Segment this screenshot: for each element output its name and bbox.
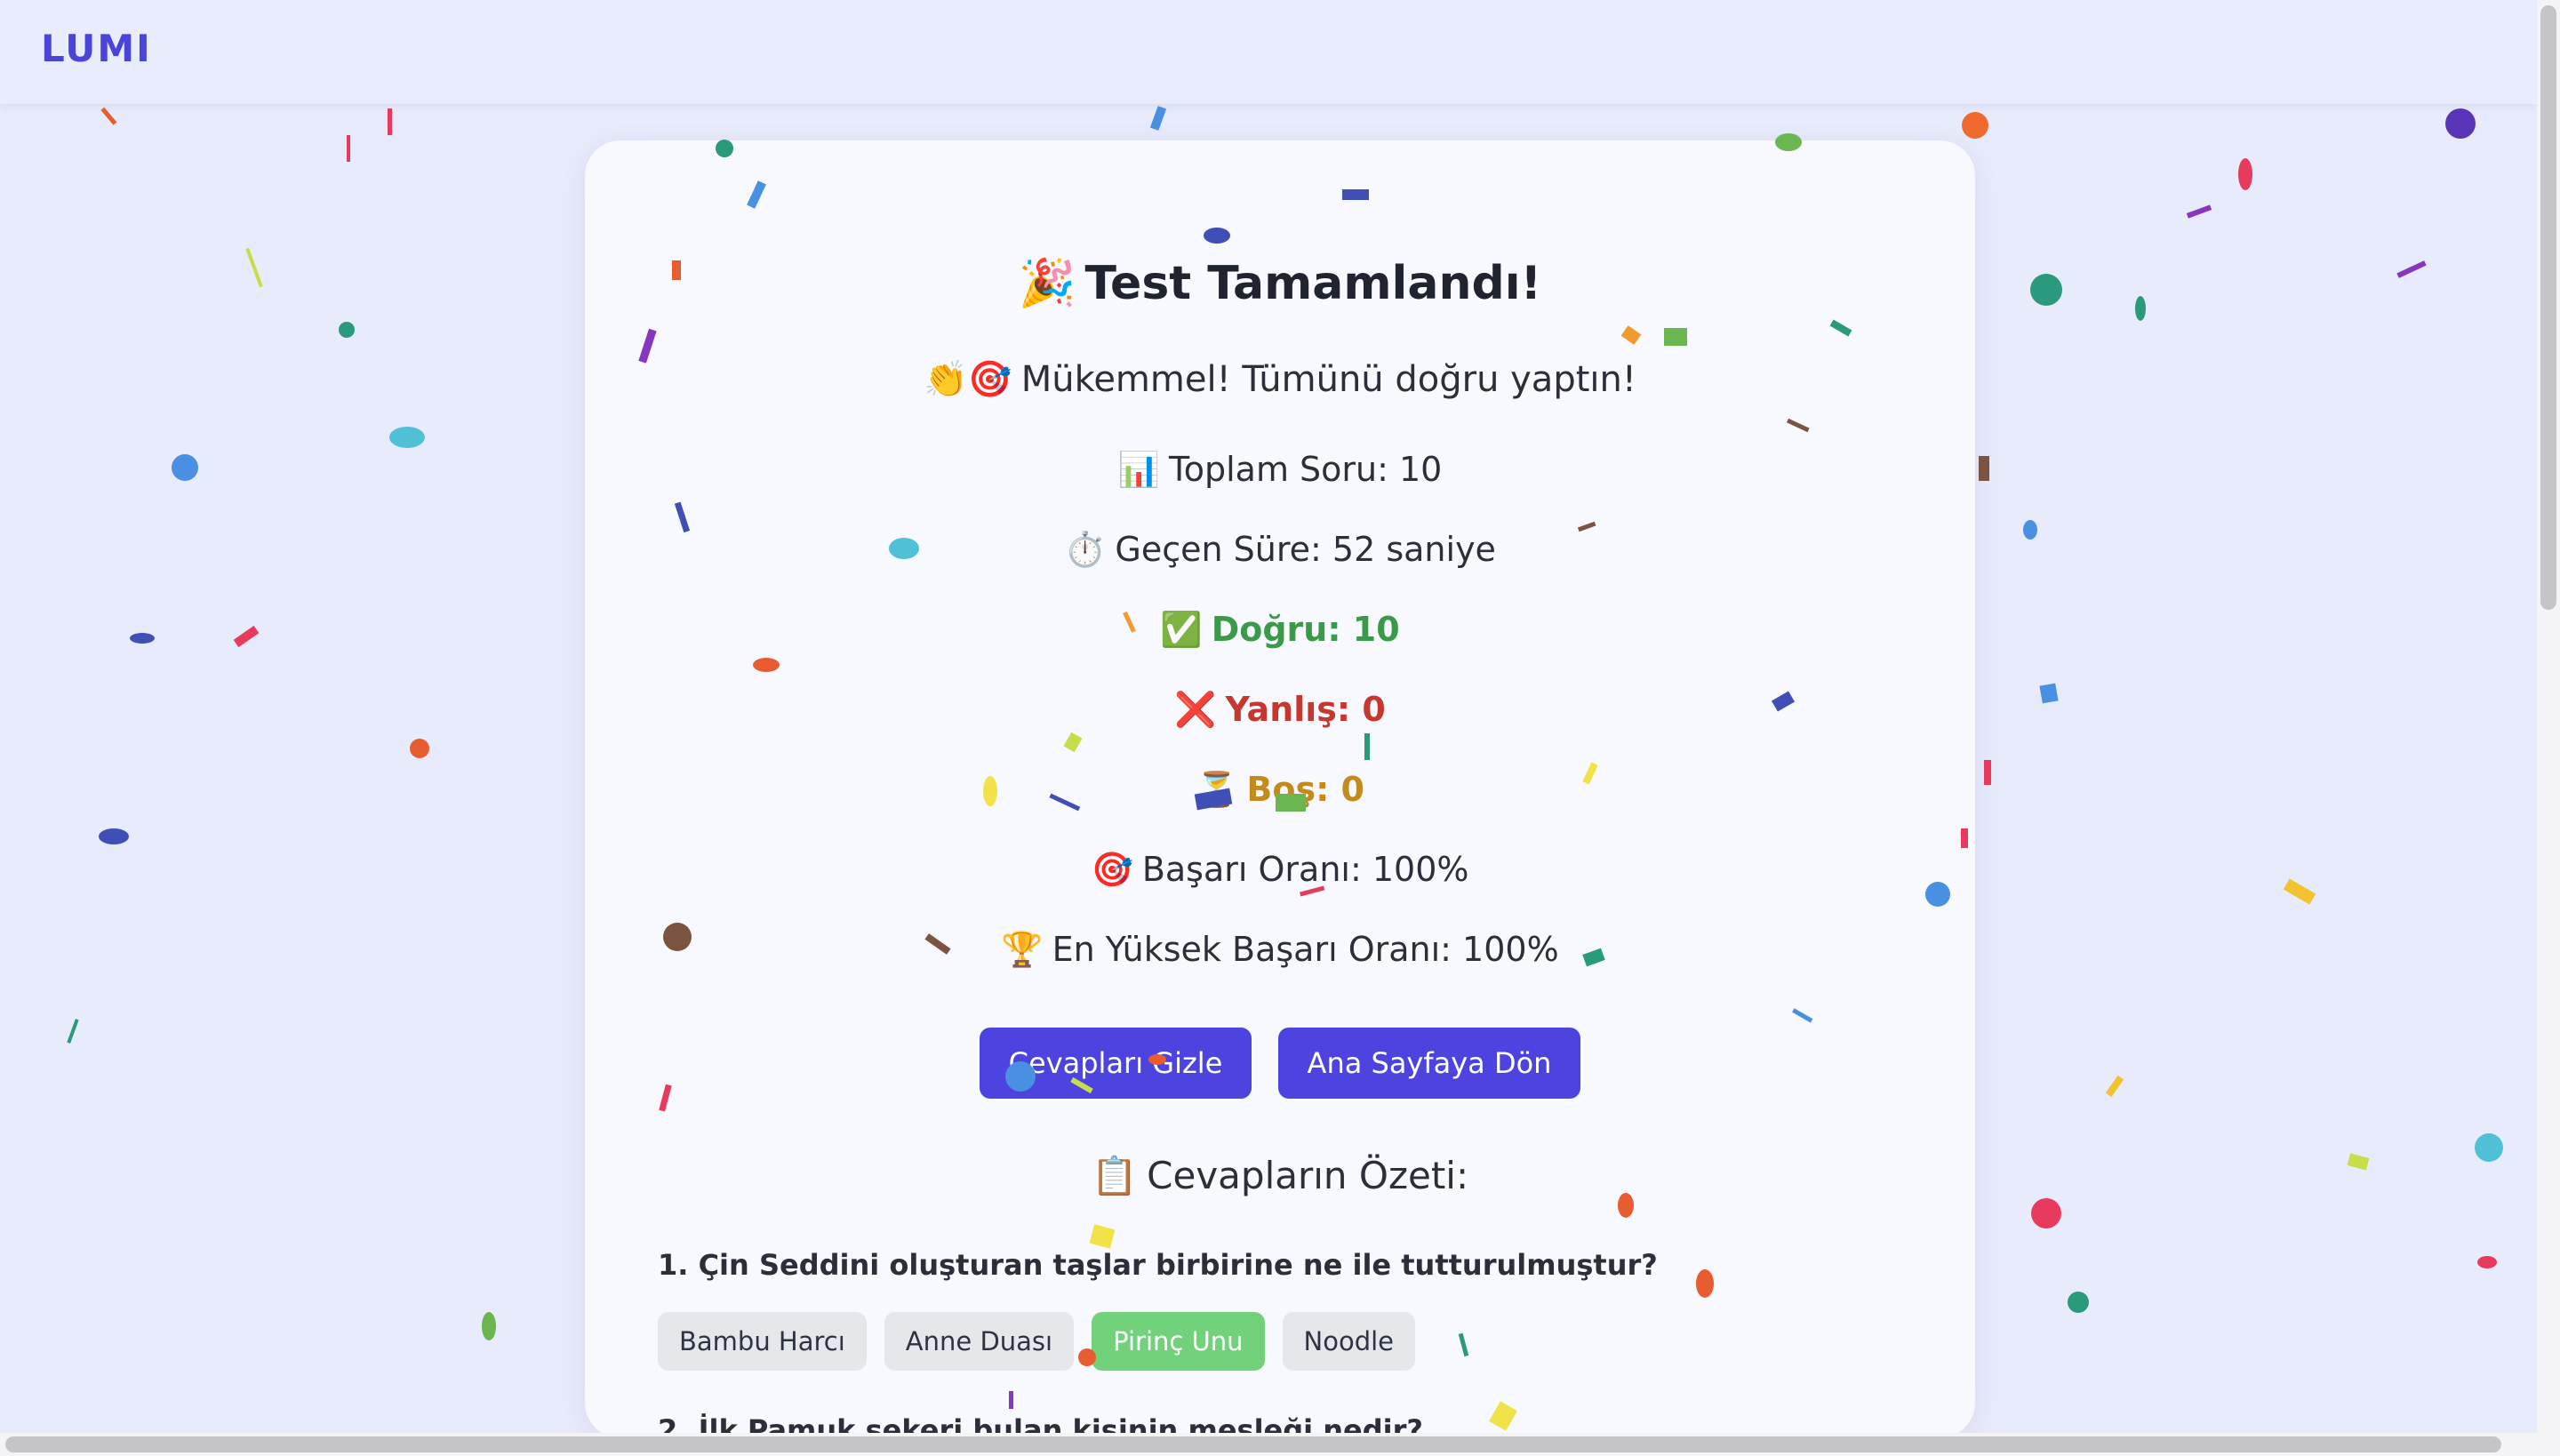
confetti-piece — [2135, 296, 2146, 321]
confetti-piece — [2238, 158, 2252, 190]
result-message-text: Mükemmel! Tümünü doğru yaptın! — [1020, 359, 1636, 400]
stat-elapsed-time: ⏱️ Geçen Süre: 52 saniye — [585, 530, 1975, 570]
confetti-piece — [2477, 1256, 2497, 1268]
stat-success-rate: 🎯 Başarı Oranı: 100% — [585, 850, 1975, 890]
stat-rate-text: Başarı Oranı: 100% — [1141, 850, 1469, 889]
confetti-piece — [2023, 520, 2037, 540]
confetti-piece — [2030, 274, 2062, 306]
confetti-piece — [1984, 760, 1991, 785]
clipboard-icon: 📋 — [1091, 1154, 1139, 1197]
confetti-piece — [99, 828, 129, 844]
confetti-piece — [233, 625, 260, 648]
confetti-piece — [245, 247, 263, 288]
stat-correct: ✅ Doğru: 10 — [585, 610, 1975, 650]
summary-title-text: Cevapların Özeti: — [1147, 1154, 1469, 1197]
confetti-piece — [1149, 106, 1167, 131]
clap-target-icon: 👏🎯 — [924, 359, 1012, 400]
confetti-piece — [482, 1312, 496, 1340]
confetti-piece — [1962, 112, 1988, 139]
confetti-piece — [389, 427, 425, 448]
confetti-piece — [2396, 260, 2427, 278]
confetti-piece — [2186, 204, 2212, 219]
confetti-piece — [2105, 1075, 2124, 1098]
cross-mark-icon: ❌ — [1174, 690, 1217, 729]
confetti-piece — [339, 322, 355, 338]
check-mark-icon: ✅ — [1160, 610, 1203, 649]
stat-wrong-text: Yanlış: 0 — [1225, 690, 1386, 729]
stat-total-text: Toplam Soru: 10 — [1168, 450, 1443, 489]
bar-chart-icon: 📊 — [1117, 450, 1160, 489]
option-button-correct[interactable]: Pirinç Unu — [1092, 1312, 1265, 1371]
confetti-piece — [2031, 1198, 2061, 1228]
confetti-piece — [2475, 1133, 2503, 1162]
result-title: 🎉 Test Tamamlandı! — [585, 256, 1975, 310]
hourglass-icon: ⏳ — [1196, 770, 1238, 809]
option-button[interactable]: Anne Duası — [884, 1312, 1075, 1371]
stat-best-text: En Yüksek Başarı Oranı: 100% — [1052, 930, 1559, 969]
confetti-piece — [2039, 683, 2059, 704]
stat-correct-text: Doğru: 10 — [1211, 610, 1400, 649]
lumi-logo[interactable]: LUMI — [41, 27, 152, 70]
top-navbar: LUMI — [0, 0, 2537, 104]
confetti-piece — [388, 108, 392, 135]
home-button[interactable]: Ana Sayfaya Dön — [1278, 1028, 1580, 1099]
result-card: 🎉 Test Tamamlandı! 👏🎯 Mükemmel! Tümünü doğ… — [585, 140, 1975, 1447]
confetti-piece — [67, 1019, 79, 1044]
stat-wrong: ❌ Yanlış: 0 — [585, 690, 1975, 730]
summary-title: 📋 Cevapların Özeti: — [585, 1154, 1975, 1198]
stat-total-questions: 📊 Toplam Soru: 10 — [585, 450, 1975, 490]
horizontal-scrollbar-thumb[interactable] — [5, 1436, 2501, 1452]
result-title-text: Test Tamamlandı! — [1084, 257, 1542, 310]
confetti-piece — [130, 633, 155, 644]
result-message: 👏🎯 Mükemmel! Tümünü doğru yaptın! — [585, 358, 1975, 400]
confetti-piece — [172, 454, 198, 481]
trophy-icon: 🏆 — [1001, 930, 1044, 969]
confetti-piece — [2347, 1153, 2370, 1171]
option-button[interactable]: Noodle — [1282, 1312, 1416, 1371]
confetti-piece — [1979, 456, 1989, 481]
confetti-piece — [410, 739, 429, 758]
stat-empty-text: Boş: 0 — [1246, 770, 1364, 809]
stat-time-text: Geçen Süre: 52 saniye — [1115, 530, 1496, 569]
option-button[interactable]: Bambu Harcı — [658, 1312, 867, 1371]
stat-empty: ⏳ Boş: 0 — [585, 770, 1975, 810]
confetti-piece — [2068, 1292, 2089, 1313]
question-1-text: 1. Çin Seddini oluşturan taşlar birbirin… — [658, 1248, 1658, 1282]
confetti-piece — [2445, 108, 2476, 139]
question-1-options: Bambu Harcı Anne Duası Pirinç Unu Noodle — [658, 1312, 1416, 1371]
confetti-piece — [347, 135, 350, 162]
confetti-piece — [100, 107, 117, 125]
party-popper-icon: 🎉 — [1018, 257, 1076, 310]
confetti-piece — [2283, 878, 2316, 905]
stopwatch-icon: ⏱️ — [1064, 530, 1107, 569]
stat-best-rate: 🏆 En Yüksek Başarı Oranı: 100% — [585, 930, 1975, 970]
target-icon: 🎯 — [1091, 850, 1133, 889]
vertical-scrollbar-thumb[interactable] — [2540, 5, 2556, 610]
hide-answers-button[interactable]: Cevapları Gizle — [980, 1028, 1252, 1099]
